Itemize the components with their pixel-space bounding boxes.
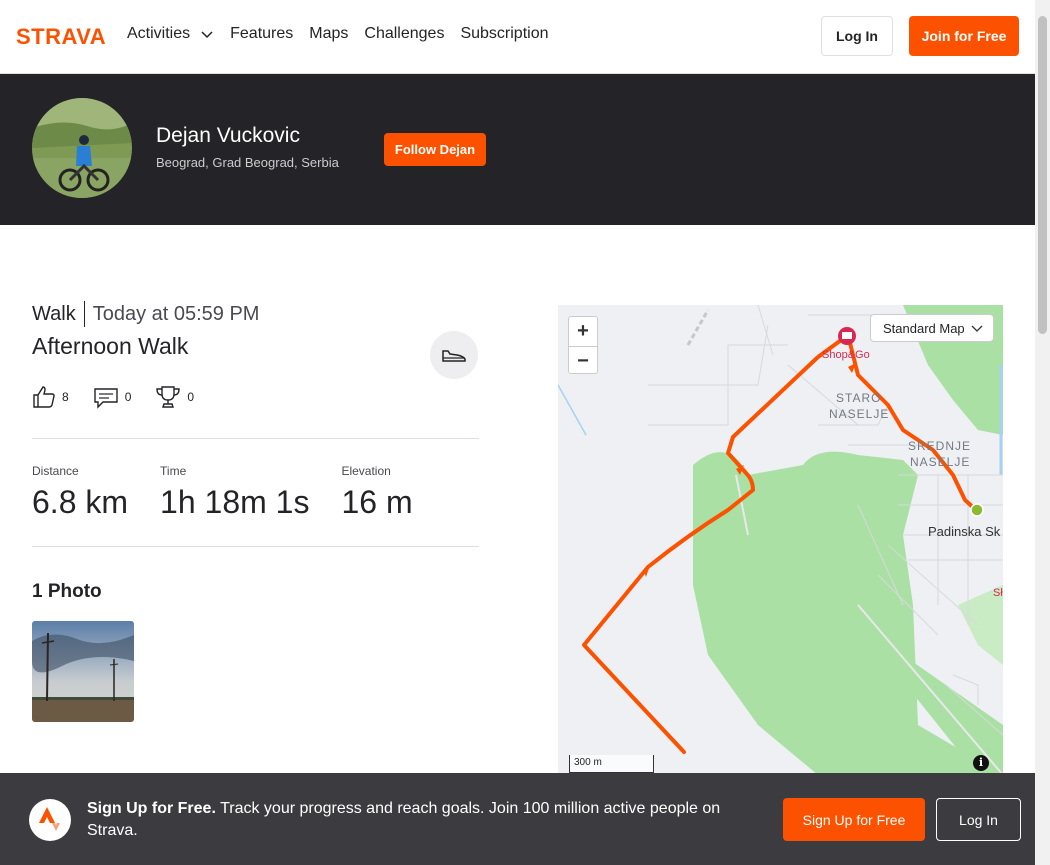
route-map[interactable]: Shop&Go STARO NASELJE SREDNJE NASELJE Pa… bbox=[558, 305, 1003, 775]
thumbs-up-icon bbox=[33, 386, 55, 408]
nav-activities-label: Activities bbox=[127, 25, 191, 42]
nav-links: Activities Features Maps Challenges Subs… bbox=[127, 25, 565, 43]
chevron-down-icon bbox=[201, 31, 213, 39]
comments-button[interactable]: 0 bbox=[93, 385, 132, 409]
map-label-srednje: SREDNJE bbox=[908, 439, 971, 453]
activity-photo[interactable] bbox=[32, 621, 134, 722]
strava-logo[interactable]: STRAVA bbox=[16, 25, 112, 47]
stat-elevation: Elevation 16 m bbox=[341, 464, 412, 521]
athlete-location: Beograd, Grad Beograd, Serbia bbox=[156, 155, 339, 170]
svg-text:STRAVA: STRAVA bbox=[16, 25, 106, 47]
stat-time: Time 1h 18m 1s bbox=[160, 464, 309, 521]
stat-label: Distance bbox=[32, 464, 79, 478]
map-label-srednje: NASELJE bbox=[910, 455, 970, 469]
divider bbox=[32, 438, 479, 439]
stat-value: 16 m bbox=[341, 484, 413, 520]
nav-activities[interactable]: Activities bbox=[127, 25, 214, 43]
route-end-marker bbox=[970, 503, 984, 517]
nav-subscription[interactable]: Subscription bbox=[460, 25, 548, 43]
zoom-controls: + − bbox=[568, 316, 598, 374]
stat-label: Elevation bbox=[341, 464, 391, 478]
stat-value: 1h 18m 1s bbox=[160, 484, 310, 520]
kudos-button[interactable]: 8 bbox=[32, 385, 69, 409]
trophy-icon bbox=[156, 386, 181, 408]
banner-headline: Sign Up for Free. bbox=[87, 800, 216, 817]
zoom-out-button[interactable]: − bbox=[569, 346, 597, 375]
map-label-staro: STARO bbox=[836, 391, 881, 405]
kudos-count: 8 bbox=[62, 390, 69, 404]
activity-time: Today at 05:59 PM bbox=[92, 302, 260, 325]
comment-icon bbox=[93, 388, 118, 409]
achievements-count: 0 bbox=[187, 390, 195, 404]
divider bbox=[32, 546, 479, 547]
activity-title: Afternoon Walk bbox=[32, 333, 189, 359]
shoe-icon bbox=[442, 350, 466, 362]
map-label-shop: Shop&Go bbox=[822, 349, 870, 361]
activity-stats: Distance 6.8 km Time 1h 18m 1s Elevation… bbox=[32, 464, 445, 521]
map-style-value: Standard Map bbox=[883, 320, 965, 336]
zoom-in-button[interactable]: + bbox=[569, 317, 597, 346]
nav-maps[interactable]: Maps bbox=[309, 25, 348, 43]
top-navigation: STRAVA Activities Features Maps Challeng… bbox=[0, 0, 1035, 74]
stat-value: 6.8 km bbox=[32, 484, 129, 520]
nav-features[interactable]: Features bbox=[230, 25, 293, 43]
photos-heading: 1 Photo bbox=[32, 581, 102, 602]
follow-button[interactable]: Follow Dejan bbox=[384, 133, 486, 166]
athlete-name[interactable]: Dejan Vuckovic bbox=[156, 124, 300, 148]
map-label-staro: NASELJE bbox=[829, 407, 889, 421]
divider bbox=[83, 301, 85, 327]
nav-challenges[interactable]: Challenges bbox=[364, 25, 444, 43]
map-style-select[interactable]: Standard Map bbox=[870, 314, 994, 342]
stat-label: Time bbox=[160, 464, 187, 478]
banner-login-button[interactable]: Log In bbox=[936, 798, 1021, 841]
scrollbar-thumb[interactable] bbox=[1038, 16, 1047, 334]
map-scale: 300 m bbox=[569, 755, 654, 773]
banner-text: Sign Up for Free. Track your progress an… bbox=[87, 798, 767, 842]
info-icon[interactable]: i bbox=[973, 755, 989, 771]
strava-app-icon bbox=[29, 799, 71, 841]
athlete-header: Dejan Vuckovic Beograd, Grad Beograd, Se… bbox=[0, 74, 1035, 225]
activity-type-time: Walk Today at 05:59 PM bbox=[32, 301, 259, 327]
comments-count: 0 bbox=[124, 390, 132, 404]
signup-banner: Sign Up for Free. Track your progress an… bbox=[0, 773, 1035, 865]
chevron-down-icon bbox=[971, 325, 983, 332]
achievements-button[interactable]: 0 bbox=[155, 385, 194, 409]
activity-type: Walk bbox=[32, 302, 76, 325]
stat-distance: Distance 6.8 km bbox=[32, 464, 128, 521]
shoe-gear-button[interactable] bbox=[430, 331, 478, 379]
map-label-edge: Sł bbox=[993, 587, 1003, 599]
login-button[interactable]: Log In bbox=[821, 16, 893, 56]
social-stats: 8 0 0 bbox=[32, 385, 218, 409]
banner-signup-button[interactable]: Sign Up for Free bbox=[783, 798, 925, 841]
join-button[interactable]: Join for Free bbox=[909, 16, 1019, 56]
avatar[interactable] bbox=[32, 98, 132, 198]
map-label-padinska: Padinska Sk bbox=[928, 524, 1001, 539]
